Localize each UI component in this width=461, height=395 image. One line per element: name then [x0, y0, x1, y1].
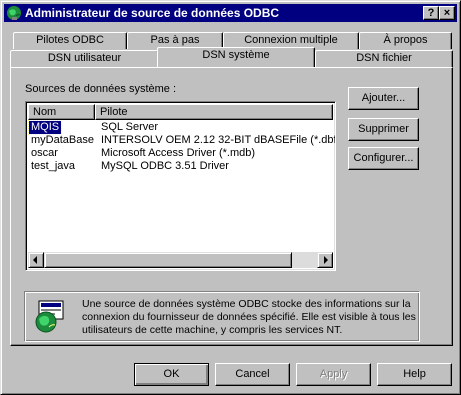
- tab-dsn-systeme[interactable]: DSN système: [157, 47, 315, 67]
- configure-button[interactable]: Configurer...: [348, 147, 419, 170]
- list-item-driver: Microsoft Access Driver (*.mdb): [101, 147, 256, 159]
- list-item-driver: INTERSOLV OEM 2.12 32-BIT dBASEFile (*.d…: [101, 134, 336, 146]
- list-item-name: MQIS: [27, 120, 63, 135]
- close-button[interactable]: ×: [439, 6, 455, 20]
- info-box: Une source de données système ODBC stock…: [24, 291, 420, 342]
- globe-icon: [7, 6, 21, 20]
- cancel-button[interactable]: Cancel: [215, 363, 290, 386]
- remove-button[interactable]: Supprimer: [348, 118, 419, 141]
- help-title-button[interactable]: ?: [423, 6, 439, 20]
- title-bar[interactable]: Administrateur de source de données ODBC…: [4, 4, 457, 22]
- odbc-dialog: Administrateur de source de données ODBC…: [0, 0, 461, 395]
- ok-button[interactable]: OK: [134, 363, 209, 386]
- arrow-left-icon: [33, 256, 37, 264]
- list-item-driver: MySQL ODBC 3.51 Driver: [101, 160, 229, 172]
- horizontal-scrollbar[interactable]: [28, 252, 333, 268]
- scroll-right-button[interactable]: [317, 252, 333, 268]
- list-item-name: test_java: [31, 160, 76, 172]
- tab-dsn-fichier[interactable]: DSN fichier: [315, 50, 453, 67]
- scroll-left-button[interactable]: [28, 252, 44, 268]
- tab-dsn-utilisateur[interactable]: DSN utilisateur: [10, 50, 159, 67]
- data-source-globe-icon: [35, 300, 64, 333]
- add-button[interactable]: Ajouter...: [348, 87, 419, 110]
- apply-button[interactable]: Apply: [296, 363, 371, 386]
- arrow-right-icon: [324, 256, 328, 264]
- data-sources-list[interactable]: Nom Pilote MQIS SQL Server myDataBase IN…: [25, 101, 336, 271]
- column-header-driver[interactable]: Pilote: [95, 104, 333, 120]
- info-text: Une source de données système ODBC stock…: [82, 298, 416, 336]
- column-header-name[interactable]: Nom: [28, 104, 95, 120]
- list-item-driver: SQL Server: [101, 121, 159, 133]
- tab-a-propos[interactable]: À propos: [359, 32, 452, 49]
- sources-label: Sources de données système :: [25, 83, 177, 95]
- tab-pilotes-odbc[interactable]: Pilotes ODBC: [13, 32, 127, 49]
- window-title: Administrateur de source de données ODBC: [25, 6, 280, 20]
- scroll-thumb[interactable]: [44, 252, 292, 268]
- list-item-name: myDataBase: [31, 134, 94, 146]
- help-button[interactable]: Help: [377, 363, 452, 386]
- list-item-name: oscar: [31, 147, 58, 159]
